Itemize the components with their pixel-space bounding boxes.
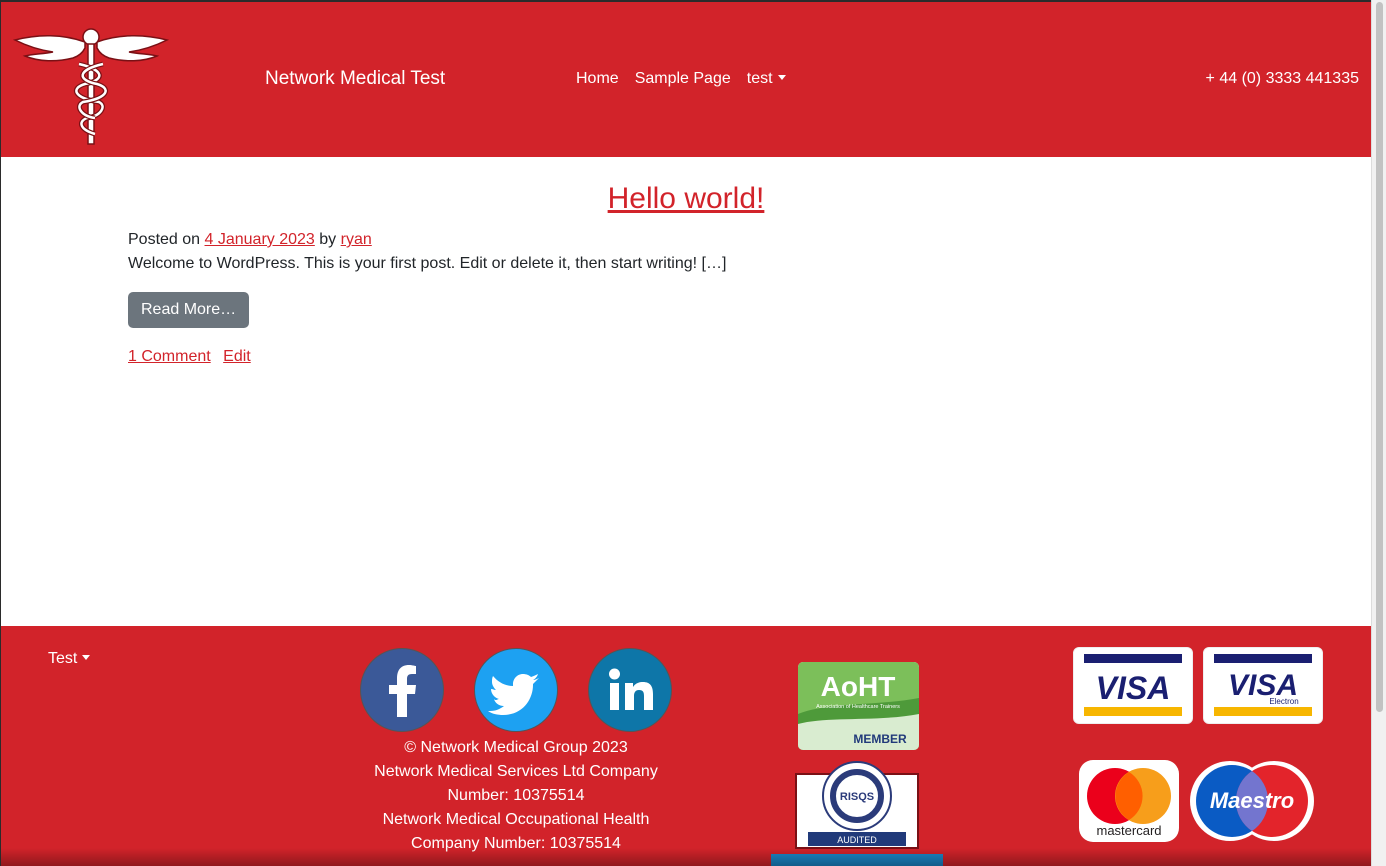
read-more-button[interactable]: Read More…: [128, 292, 250, 328]
maestro-label: Maestro: [1210, 788, 1294, 813]
phone-link[interactable]: + 44 (0) 3333 441335: [1206, 70, 1359, 88]
aoht-subtitle-text: Association of Healthcare Trainers: [816, 704, 900, 710]
vertical-scrollbar[interactable]: [1371, 0, 1386, 866]
post-title-link[interactable]: Hello world!: [128, 182, 1244, 216]
risqs-audited-badge: RISQS AUDITED: [794, 758, 920, 850]
company-number-line: Number: 10375514: [447, 787, 585, 804]
post-meta: Posted on 4 January 2023 by ryan: [128, 228, 1244, 252]
post-excerpt: Welcome to WordPress. This is your first…: [128, 255, 727, 272]
mastercard-label: mastercard: [1096, 823, 1161, 838]
site-footer: Test © Network Medical Group 2023 Networ…: [1, 626, 1371, 866]
chevron-down-icon: [82, 655, 91, 660]
company-line: Network Medical Services Ltd Company: [374, 763, 658, 780]
mastercard-icon: mastercard: [1079, 760, 1179, 842]
post-footer-links: 1 Comment Edit: [128, 348, 1244, 366]
post-date-link[interactable]: 4 January 2023: [205, 231, 315, 248]
risqs-audited-label: AUDITED: [837, 835, 877, 845]
footer-menu-label: Test: [48, 650, 78, 667]
site-title[interactable]: Network Medical Test: [265, 68, 445, 90]
post-author-link[interactable]: ryan: [341, 231, 372, 248]
edit-link[interactable]: Edit: [223, 348, 251, 365]
social-links: [360, 648, 672, 732]
nav-item-sample-page[interactable]: Sample Page: [635, 70, 731, 88]
chevron-down-icon: [777, 75, 786, 80]
site-header: Network Medical Test Home Sample Page te…: [1, 2, 1371, 157]
linkedin-icon[interactable]: [588, 648, 672, 732]
blog-post: Hello world! Posted on 4 January 2023 by…: [128, 182, 1244, 366]
caduceus-logo[interactable]: [12, 24, 170, 148]
posted-on-label: Posted on: [128, 231, 201, 248]
browser-viewport: Network Medical Test Home Sample Page te…: [1, 2, 1371, 866]
scrollbar-thumb[interactable]: [1376, 2, 1383, 712]
aoht-member-label: MEMBER: [853, 732, 907, 746]
visa-electron-card-icon: VISA Electron: [1203, 647, 1323, 724]
twitter-icon[interactable]: [474, 648, 558, 732]
risqs-logo-text: RISQS: [840, 791, 874, 803]
visa-card-label: VISA: [1096, 670, 1171, 706]
nav-item-home[interactable]: Home: [576, 70, 619, 88]
copyright-text: © Network Medical Group 2023 Network Med…: [361, 736, 671, 856]
facebook-icon[interactable]: [360, 648, 444, 732]
svg-text:Electron: Electron: [1269, 697, 1298, 706]
company-line: Network Medical Occupational Health: [382, 811, 650, 828]
footer-menu-test-dropdown[interactable]: Test: [48, 650, 91, 668]
visa-card-icon: VISA: [1073, 647, 1193, 724]
nav-item-test-dropdown[interactable]: test: [747, 70, 786, 88]
aoht-member-badge: AoHT Association of Healthcare Trainers …: [798, 662, 919, 750]
main-nav: Home Sample Page test: [576, 70, 786, 88]
comments-link[interactable]: 1 Comment: [128, 348, 211, 365]
maestro-icon: Maestro: [1189, 760, 1315, 842]
aoht-logo-text: AoHT: [821, 671, 896, 702]
window-bottom-shadow: [1, 848, 1371, 866]
by-label: by: [319, 231, 337, 248]
copyright-line: © Network Medical Group 2023: [404, 739, 628, 756]
nav-item-test-label: test: [746, 70, 773, 87]
